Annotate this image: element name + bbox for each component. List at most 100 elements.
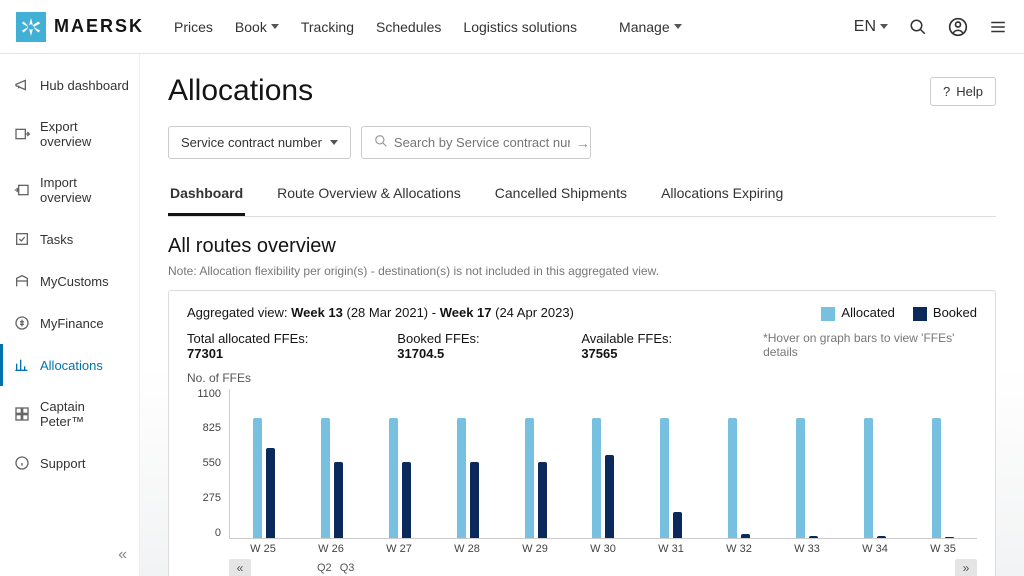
dashboard-icon — [14, 406, 30, 422]
allocated-bar[interactable] — [932, 418, 941, 537]
sidebar-item-export[interactable]: Export overview — [0, 106, 139, 162]
booked-bar[interactable] — [402, 462, 411, 538]
x-tick: W 35 — [909, 543, 977, 555]
search-input[interactable] — [388, 127, 576, 158]
language-selector[interactable]: EN — [854, 18, 888, 36]
allocated-bar[interactable] — [592, 418, 601, 537]
chart-legend: Allocated Booked — [821, 305, 977, 321]
collapse-sidebar-button[interactable]: « — [118, 546, 127, 564]
x-tick: W 34 — [841, 543, 909, 555]
x-tick: W 25 — [229, 543, 297, 555]
top-right: EN — [854, 17, 1008, 37]
sidebar-item-label: Support — [40, 456, 86, 471]
bar-group[interactable] — [502, 389, 570, 538]
tab-cancelled[interactable]: Cancelled Shipments — [493, 177, 629, 216]
bar-group[interactable] — [841, 389, 909, 538]
page-title: Allocations — [168, 74, 313, 108]
tab-expiring[interactable]: Allocations Expiring — [659, 177, 785, 216]
sidebar-item-support[interactable]: Support — [0, 442, 139, 484]
x-axis-labels: W 25W 26W 27W 28W 29W 30W 31W 32W 33W 34… — [229, 543, 977, 555]
bar-group[interactable] — [773, 389, 841, 538]
nav-book[interactable]: Book — [235, 19, 279, 35]
x-tick: W 31 — [637, 543, 705, 555]
bar-group[interactable] — [570, 389, 638, 538]
filter-row: Service contract number → — [168, 126, 996, 159]
bar-group[interactable] — [230, 389, 298, 538]
booked-bar[interactable] — [809, 536, 818, 538]
search-icon — [374, 134, 388, 151]
nav-schedules[interactable]: Schedules — [376, 19, 441, 35]
sidebar-item-allocations[interactable]: Allocations — [0, 344, 139, 386]
sidebar-item-mycustoms[interactable]: MyCustoms — [0, 260, 139, 302]
allocated-bar[interactable] — [728, 418, 737, 537]
booked-bar[interactable] — [266, 448, 275, 537]
nav-tracking[interactable]: Tracking — [301, 19, 354, 35]
allocated-bar[interactable] — [457, 418, 466, 537]
tab-dashboard[interactable]: Dashboard — [168, 177, 245, 216]
allocated-bar[interactable] — [253, 418, 262, 537]
bar-group[interactable] — [366, 389, 434, 538]
allocated-bar[interactable] — [864, 418, 873, 537]
chart-plot[interactable] — [229, 389, 977, 539]
help-button[interactable]: ?Help — [930, 77, 996, 106]
customs-icon — [14, 273, 30, 289]
sidebar-item-import[interactable]: Import overview — [0, 162, 139, 218]
top-bar: MAERSK Prices Book Tracking Schedules Lo… — [0, 0, 1024, 54]
sidebar-item-label: MyCustoms — [40, 274, 109, 289]
y-axis-ticks: 11008255502750 — [187, 389, 229, 539]
menu-icon[interactable] — [988, 17, 1008, 37]
bar-group[interactable] — [434, 389, 502, 538]
x-tick: W 27 — [365, 543, 433, 555]
sidebar-item-label: Import overview — [40, 175, 129, 205]
sidebar-item-tasks[interactable]: Tasks — [0, 218, 139, 260]
chevron-down-icon — [880, 24, 888, 29]
sidebar-item-captain-peter[interactable]: Captain Peter™ — [0, 386, 139, 442]
tabs: Dashboard Route Overview & Allocations C… — [168, 177, 996, 217]
bar-group[interactable] — [909, 389, 977, 538]
allocated-bar[interactable] — [389, 418, 398, 537]
sidebar-item-myfinance[interactable]: MyFinance — [0, 302, 139, 344]
megaphone-icon — [14, 77, 30, 93]
sidebar-item-label: Tasks — [40, 232, 73, 247]
booked-bar[interactable] — [334, 462, 343, 538]
allocated-bar[interactable] — [525, 418, 534, 537]
booked-bar[interactable] — [538, 462, 547, 538]
x-tick: W 33 — [773, 543, 841, 555]
booked-bar[interactable] — [877, 536, 886, 537]
total-allocated: Total allocated FFEs: 77301 — [187, 331, 337, 361]
allocated-bar[interactable] — [796, 418, 805, 537]
search-wrap: → — [361, 126, 591, 159]
nav-manage[interactable]: Manage — [619, 19, 682, 35]
export-icon — [14, 126, 30, 142]
legend-booked: Booked — [913, 305, 977, 321]
nav-logistics[interactable]: Logistics solutions — [463, 19, 577, 35]
bar-group[interactable] — [637, 389, 705, 538]
stats-row: Total allocated FFEs: 77301 Booked FFEs:… — [187, 331, 977, 361]
account-icon[interactable] — [948, 17, 968, 37]
x-tick: W 28 — [433, 543, 501, 555]
search-icon[interactable] — [908, 17, 928, 37]
allocated-bar[interactable] — [660, 418, 669, 537]
booked-bar[interactable] — [605, 455, 614, 538]
submit-arrow-icon[interactable]: → — [576, 135, 590, 151]
allocated-bar[interactable] — [321, 418, 330, 537]
sidebar-item-hub-dashboard[interactable]: Hub dashboard — [0, 64, 139, 106]
sidebar-item-label: Hub dashboard — [40, 78, 129, 93]
top-nav: Prices Book Tracking Schedules Logistics… — [174, 19, 682, 35]
overview-card: Aggregated view: Week 13 (28 Mar 2021) -… — [168, 290, 996, 576]
nav-prices[interactable]: Prices — [174, 19, 213, 35]
booked-bar[interactable] — [741, 534, 750, 538]
chevron-down-icon — [271, 24, 279, 29]
section-note: Note: Allocation flexibility per origin(… — [168, 264, 996, 278]
booked-bar[interactable] — [673, 512, 682, 538]
bar-group[interactable] — [705, 389, 773, 538]
booked-bar[interactable] — [470, 462, 479, 538]
scroll-right-button[interactable]: » — [955, 559, 977, 576]
sidebar-item-label: Captain Peter™ — [40, 399, 129, 429]
bar-group[interactable] — [298, 389, 366, 538]
tab-route-overview[interactable]: Route Overview & Allocations — [275, 177, 463, 216]
booked-bar[interactable] — [945, 537, 954, 538]
import-icon — [14, 182, 30, 198]
scroll-left-button[interactable]: « — [229, 559, 251, 576]
service-contract-dropdown[interactable]: Service contract number — [168, 126, 351, 159]
